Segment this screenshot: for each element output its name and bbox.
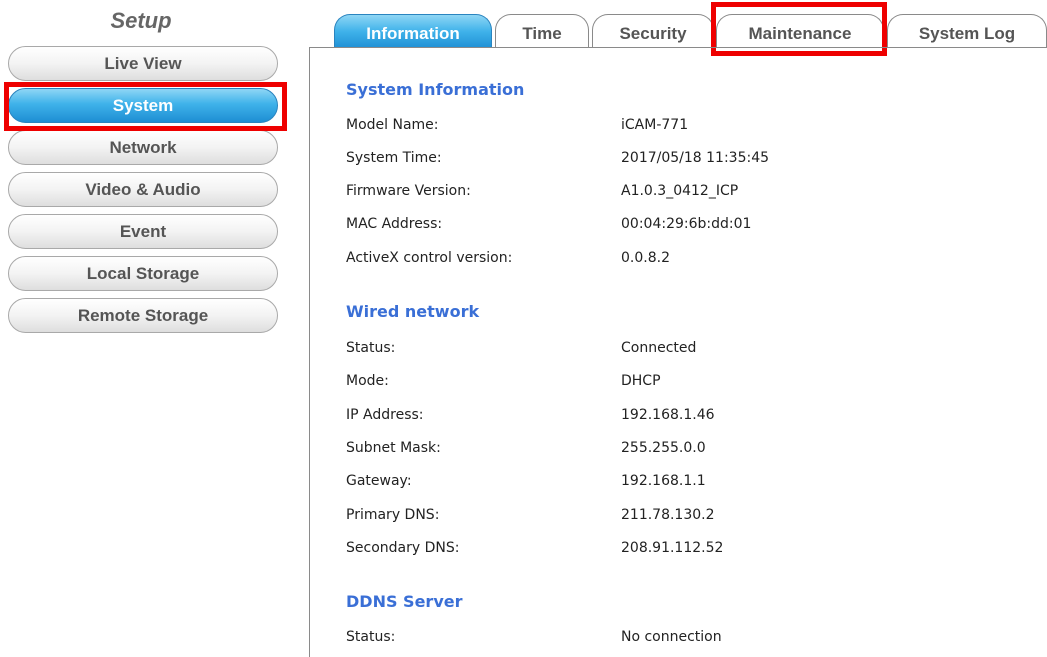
label-mode: Mode: — [346, 373, 389, 389]
label-secondary-dns: Secondary DNS: — [346, 540, 460, 556]
section-title-wired-network: Wired network — [346, 302, 480, 321]
value-ddns-status: No connection — [621, 629, 722, 645]
tab-security[interactable]: Security — [592, 14, 714, 48]
content-panel-left-border — [309, 47, 310, 657]
tab-maintenance[interactable]: Maintenance — [716, 14, 884, 48]
value-subnet-mask: 255.255.0.0 — [621, 440, 706, 456]
sidebar: Setup Live View System Network Video & A… — [0, 0, 290, 657]
value-firmware-version: A1.0.3_0412_ICP — [621, 183, 739, 199]
label-gateway: Gateway: — [346, 473, 412, 489]
label-ddns-status: Status: — [346, 629, 396, 645]
value-network-status: Connected — [621, 340, 697, 356]
value-primary-dns: 211.78.130.2 — [621, 507, 715, 523]
tab-information[interactable]: Information — [334, 14, 492, 48]
label-ip-address: IP Address: — [346, 407, 424, 423]
nav-network-button[interactable]: Network — [8, 130, 278, 165]
nav-live-view-button[interactable]: Live View — [8, 46, 278, 81]
setup-title: Setup — [110, 8, 172, 33]
value-model-name: iCAM-771 — [621, 117, 689, 133]
label-primary-dns: Primary DNS: — [346, 507, 440, 523]
nav-video-audio-button[interactable]: Video & Audio — [8, 172, 278, 207]
label-firmware-version: Firmware Version: — [346, 183, 471, 199]
nav-event-button[interactable]: Event — [8, 214, 278, 249]
value-ip-address: 192.168.1.46 — [621, 407, 715, 423]
label-activex-version: ActiveX control version: — [346, 250, 513, 266]
value-gateway: 192.168.1.1 — [621, 473, 706, 489]
label-model-name: Model Name: — [346, 117, 439, 133]
label-network-status: Status: — [346, 340, 396, 356]
nav-remote-storage-button[interactable]: Remote Storage — [8, 298, 278, 333]
nav-local-storage-button[interactable]: Local Storage — [8, 256, 278, 291]
value-activex-version: 0.0.8.2 — [621, 250, 670, 266]
value-system-time: 2017/05/18 11:35:45 — [621, 150, 770, 166]
label-subnet-mask: Subnet Mask: — [346, 440, 441, 456]
section-title-ddns-server: DDNS Server — [346, 592, 463, 611]
section-title-system-information: System Information — [346, 80, 525, 99]
value-mac-address: 00:04:29:6b:dd:01 — [621, 216, 752, 232]
value-secondary-dns: 208.91.112.52 — [621, 540, 724, 556]
tab-time[interactable]: Time — [495, 14, 589, 48]
label-mac-address: MAC Address: — [346, 216, 443, 232]
label-system-time: System Time: — [346, 150, 442, 166]
value-mode: DHCP — [621, 373, 661, 389]
nav-system-button[interactable]: System — [8, 88, 278, 123]
tab-system-log[interactable]: System Log — [887, 14, 1047, 48]
content-panel-top-border — [309, 47, 1047, 48]
